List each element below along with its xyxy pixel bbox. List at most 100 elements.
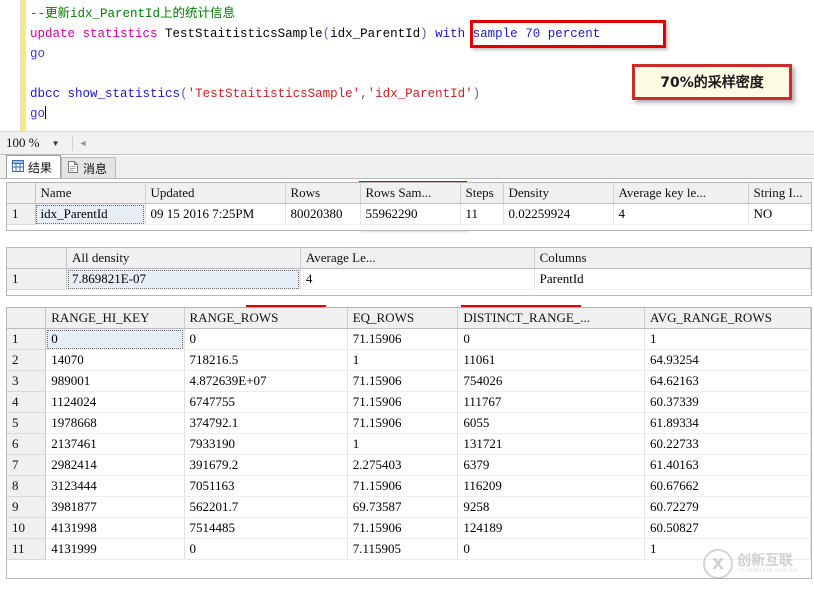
row-number-cell[interactable]: 1 (7, 203, 36, 225)
table-cell[interactable]: 1978668 (45, 412, 185, 434)
table-cell[interactable]: 6379 (457, 454, 645, 476)
table-cell[interactable]: 3123444 (45, 475, 185, 497)
table-cell[interactable]: 71.15906 (347, 517, 459, 539)
scroll-left-icon[interactable]: ◄ (79, 138, 88, 148)
column-header[interactable]: Updated (145, 183, 286, 204)
column-header[interactable]: Steps (460, 183, 504, 204)
table-cell[interactable]: 0 (457, 538, 645, 560)
table-row[interactable]: 1 idx_ParentId 09 15 2016 7:25PM 80020380 55… (7, 203, 811, 225)
table-cell[interactable]: idx_ParentId (35, 203, 146, 225)
table-cell[interactable]: 11 (460, 203, 504, 225)
table-cell[interactable]: 131721 (457, 433, 645, 455)
table-cell[interactable]: 6055 (457, 412, 645, 434)
table-cell[interactable]: ParentId (534, 268, 811, 290)
table-cell[interactable]: 116209 (457, 475, 645, 497)
column-header[interactable]: RANGE_ROWS (184, 308, 348, 329)
table-cell[interactable]: 64.93254 (644, 349, 811, 371)
table-cell[interactable]: 718216.5 (184, 349, 348, 371)
column-header[interactable]: DISTINCT_RANGE_... (457, 308, 645, 329)
table-cell[interactable]: 4131998 (45, 517, 185, 539)
column-header[interactable]: All density (66, 248, 301, 269)
row-number-cell[interactable]: 2 (7, 349, 47, 371)
table-cell[interactable]: 71.15906 (347, 391, 459, 413)
column-header[interactable]: Average key le... (613, 183, 749, 204)
table-cell[interactable]: 0 (45, 328, 185, 350)
table-cell[interactable]: 55962290 (360, 203, 461, 225)
table-cell[interactable]: 71.15906 (347, 412, 459, 434)
table-cell[interactable]: 7933190 (184, 433, 348, 455)
table-cell[interactable]: 989001 (45, 370, 185, 392)
table-row[interactable]: 7 2982414 391679.2 2.275403 6379 61.40163 (7, 454, 811, 476)
row-number-cell[interactable]: 7 (7, 454, 47, 476)
row-number-cell[interactable]: 5 (7, 412, 47, 434)
table-row[interactable]: 6 2137461 7933190 1 131721 60.22733 (7, 433, 811, 455)
table-cell[interactable]: 61.40163 (644, 454, 811, 476)
row-number-cell[interactable]: 3 (7, 370, 47, 392)
table-cell[interactable]: 9258 (457, 496, 645, 518)
column-header[interactable]: Name (35, 183, 146, 204)
column-header[interactable]: Rows (285, 183, 361, 204)
table-cell[interactable]: 1 (644, 328, 811, 350)
column-header[interactable]: EQ_ROWS (347, 308, 459, 329)
table-cell[interactable]: 7514485 (184, 517, 348, 539)
table-cell[interactable]: 3981877 (45, 496, 185, 518)
table-row[interactable]: 5 1978668 374792.1 71.15906 6055 61.89334 (7, 412, 811, 434)
table-cell[interactable]: 71.15906 (347, 370, 459, 392)
table-cell[interactable]: 0.02259924 (503, 203, 614, 225)
table-cell[interactable]: 09 15 2016 7:25PM (145, 203, 286, 225)
table-row[interactable]: 1 0 0 71.15906 0 1 (7, 328, 811, 350)
table-row[interactable]: 2 14070 718216.5 1 11061 64.93254 (7, 349, 811, 371)
table-cell[interactable]: 60.22733 (644, 433, 811, 455)
table-cell[interactable]: 80020380 (285, 203, 361, 225)
zoom-level-value[interactable]: 100 % (6, 135, 40, 151)
table-cell[interactable]: 4 (613, 203, 749, 225)
table-cell[interactable]: 1 (644, 538, 811, 560)
row-number-cell[interactable]: 1 (7, 328, 47, 350)
table-cell[interactable]: 6747755 (184, 391, 348, 413)
table-cell[interactable]: 562201.7 (184, 496, 348, 518)
table-cell[interactable]: 1124024 (45, 391, 185, 413)
table-cell[interactable]: 61.89334 (644, 412, 811, 434)
row-number-cell[interactable]: 6 (7, 433, 47, 455)
table-cell[interactable]: 111767 (457, 391, 645, 413)
column-header[interactable]: RANGE_HI_KEY (45, 308, 185, 329)
table-cell[interactable]: 2982414 (45, 454, 185, 476)
editor-zoom-bar[interactable]: 100 % ▼ ◄ (0, 131, 814, 155)
table-cell[interactable]: 124189 (457, 517, 645, 539)
table-row[interactable]: 4 1124024 6747755 71.15906 111767 60.37339 (7, 391, 811, 413)
row-number-cell[interactable]: 8 (7, 475, 47, 497)
column-header[interactable]: Rows Sam... (360, 183, 461, 204)
table-cell[interactable]: 14070 (45, 349, 185, 371)
table-cell[interactable]: 7.115905 (347, 538, 459, 560)
table-cell[interactable]: 0 (184, 538, 348, 560)
table-cell[interactable]: 1 (347, 349, 459, 371)
table-cell[interactable]: 4.872639E+07 (184, 370, 348, 392)
stats-header-grid[interactable]: Name Updated Rows Rows Sam... Steps Density Av… (6, 182, 812, 231)
results-tab-results[interactable]: 结果 (6, 155, 62, 178)
table-cell[interactable]: 60.50827 (644, 517, 811, 539)
chevron-down-icon[interactable]: ▼ (52, 139, 60, 148)
table-row[interactable]: 3 989001 4.872639E+07 71.15906 754026 64.6216… (7, 370, 811, 392)
table-cell[interactable]: 7051163 (184, 475, 348, 497)
results-tab-strip[interactable]: 结果 消息 (0, 155, 814, 179)
table-cell[interactable]: NO (748, 203, 811, 225)
column-header[interactable]: Average Le... (300, 248, 535, 269)
row-number-cell[interactable]: 1 (7, 268, 68, 290)
row-number-cell[interactable]: 10 (7, 517, 47, 539)
results-tab-messages[interactable]: 消息 (61, 157, 117, 178)
table-row[interactable]: 10 4131998 7514485 71.15906 124189 60.50827 (7, 517, 811, 539)
table-row[interactable]: 9 3981877 562201.7 69.73587 9258 60.72279 (7, 496, 811, 518)
table-cell[interactable]: 60.37339 (644, 391, 811, 413)
histogram-grid[interactable]: RANGE_HI_KEY RANGE_ROWS EQ_ROWS DISTINCT_RA… (6, 307, 812, 579)
table-cell[interactable]: 391679.2 (184, 454, 348, 476)
table-cell[interactable]: 64.62163 (644, 370, 811, 392)
table-cell[interactable]: 4 (300, 268, 535, 290)
column-header[interactable]: String I... (748, 183, 811, 204)
row-number-cell[interactable]: 4 (7, 391, 47, 413)
column-header[interactable]: Columns (534, 248, 811, 269)
row-number-cell[interactable]: 9 (7, 496, 47, 518)
density-grid[interactable]: All density Average Le... Columns 1 7.86982… (6, 247, 812, 296)
table-row[interactable]: 1 7.869821E-07 4 ParentId (7, 268, 811, 290)
table-cell[interactable]: 71.15906 (347, 475, 459, 497)
row-number-cell[interactable]: 11 (7, 538, 47, 560)
